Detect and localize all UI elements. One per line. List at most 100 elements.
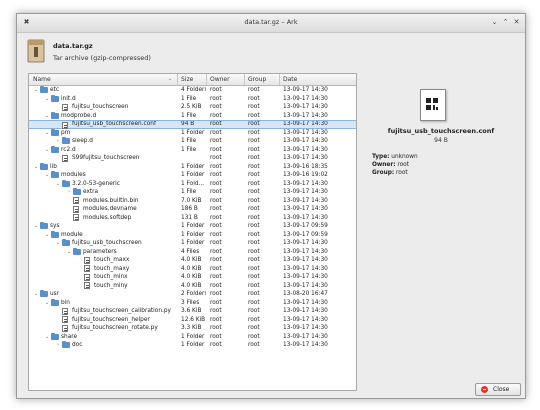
collapse-arrow-icon[interactable]: ⌄ xyxy=(44,171,50,180)
row-owner: root xyxy=(210,308,222,314)
row-owner: root xyxy=(210,146,222,153)
tree-file-row[interactable]: touch_miny 4.0 KiB root root 13-09-17 14:30 xyxy=(29,282,356,291)
row-group: root xyxy=(248,223,260,229)
collapse-arrow-icon[interactable]: ⌄ xyxy=(44,231,50,240)
row-size: 1 File xyxy=(181,189,197,195)
minimize-icon[interactable]: ⌄ xyxy=(489,17,500,28)
tree-folder-row[interactable]: › extra 1 File root root 13-09-17 14:30 xyxy=(29,188,356,197)
expand-arrow-icon[interactable]: › xyxy=(55,341,61,350)
row-group: root xyxy=(248,257,260,263)
tree-folder-row[interactable]: ⌄ share 1 Folder root root 13-09-17 14:30 xyxy=(29,332,356,342)
file-icon xyxy=(84,273,90,281)
row-size: 186 B xyxy=(181,206,198,212)
collapse-arrow-icon[interactable]: ⌄ xyxy=(66,248,72,257)
collapse-arrow-icon[interactable]: ⌄ xyxy=(33,163,39,172)
tree-file-row[interactable]: modules.builtin.bin 7.0 KiB root root 13-09-… xyxy=(29,197,356,206)
row-date: 13-09-17 14:30 xyxy=(283,180,328,187)
tree-file-row[interactable]: touch_minx 4.0 KiB root root 13-09-17 14:30 xyxy=(29,273,356,282)
column-group[interactable]: Group xyxy=(248,76,266,83)
collapse-arrow-icon[interactable]: ⌄ xyxy=(33,86,39,95)
row-size: 1 Fold... xyxy=(181,180,205,187)
close-window-icon[interactable]: ✕ xyxy=(511,17,522,28)
row-size: 3 Files xyxy=(181,299,200,306)
row-name: share xyxy=(61,333,78,340)
row-group: root xyxy=(248,333,260,340)
tree-folder-row[interactable]: ⌄ rc2.d 1 File root root 13-09-17 14:30 xyxy=(29,145,356,155)
column-owner[interactable]: Owner xyxy=(210,76,230,83)
tree-file-row[interactable]: modules.devname 186 B root root 13-09-17 14:… xyxy=(29,205,356,214)
row-date: 13-09-17 14:30 xyxy=(283,214,328,221)
collapse-arrow-icon[interactable]: ⌄ xyxy=(44,299,50,308)
collapse-arrow-icon[interactable]: ⌄ xyxy=(44,95,50,104)
row-date: 13-09-17 14:30 xyxy=(283,121,328,127)
tree-folder-row[interactable]: ⌄ usr 2 Folders root root 13-08-20 16:47 xyxy=(29,290,356,299)
tree-folder-row[interactable]: ⌄ modprobe.d 1 File root root 13-09-17 14:30 xyxy=(29,111,356,121)
row-size: 2 Folders xyxy=(181,291,206,297)
column-size[interactable]: Size xyxy=(181,76,193,83)
tree-folder-row[interactable]: › doc 1 Folder root root 13-09-17 14:30 xyxy=(29,341,356,350)
tree-folder-row[interactable]: ⌄ etc 4 Folders root root 13-09-17 14:30 xyxy=(29,86,356,95)
row-name: usr xyxy=(50,291,60,297)
row-name: S99fujitsu_touchscreen xyxy=(72,155,140,161)
maximize-icon[interactable]: ⌃ xyxy=(500,17,511,28)
tree-folder-row[interactable]: ⌄ modules 1 Folder root root 13-09-16 19:02 xyxy=(29,171,356,180)
row-size: 1 Folder xyxy=(181,129,205,136)
collapse-arrow-icon[interactable]: ⌄ xyxy=(33,222,39,231)
tree-file-row[interactable]: fujitsu_touchscreen_helper 12.6 KiB root ro… xyxy=(29,316,356,325)
column-name[interactable]: Name xyxy=(33,76,51,83)
tree-folder-row[interactable]: ⌄ sys 1 Folder root root 13-09-17 09:59 xyxy=(29,222,356,231)
tree-file-row[interactable]: fujitsu_touchscreen_calibration.py 3.6 Ki… xyxy=(29,307,356,316)
folder-icon xyxy=(40,86,48,93)
row-name: modules xyxy=(61,172,86,178)
row-date: 13-09-17 14:30 xyxy=(283,104,328,110)
row-name: doc xyxy=(72,342,83,348)
collapse-arrow-icon[interactable]: ⌄ xyxy=(44,146,50,155)
row-date: 13-09-17 14:30 xyxy=(283,257,328,263)
archive-tree[interactable]: Name ⌄ Size Owner Group Date ⌄ etc 4 Folde… xyxy=(28,73,357,391)
tree-folder-row[interactable]: ⌄ 3.2.0-53-generic 1 Fold... root root 13-09-… xyxy=(29,179,356,189)
folder-icon xyxy=(51,128,59,136)
row-owner: root xyxy=(210,155,222,161)
tree-folder-row[interactable]: ⌄ module 1 Folder root root 13-09-17 09:59 xyxy=(29,230,356,240)
tree-file-row[interactable]: touch_maxx 4.0 KiB root root 13-09-17 14:30 xyxy=(29,256,356,265)
tree-folder-row[interactable]: ⌄ parameters 4 Files root root 13-09-17 14:30 xyxy=(29,247,356,257)
row-owner: root xyxy=(210,342,222,348)
row-owner: root xyxy=(210,197,222,204)
tree-folder-row[interactable]: ⌄ pm 1 Folder root root 13-09-17 14:30 xyxy=(29,128,356,138)
tree-folder-row[interactable]: ⌄ lib 1 Folder root root 13-09-16 18:35 xyxy=(29,162,356,172)
row-owner: root xyxy=(210,214,222,221)
collapse-arrow-icon[interactable]: ⌄ xyxy=(44,129,50,138)
tree-file-row[interactable]: modules.softdep 131 B root root 13-09-17 14:… xyxy=(29,214,356,223)
column-date[interactable]: Date xyxy=(283,76,297,83)
tree-file-row[interactable]: fujitsu_touchscreen 2.5 KiB root root 13-09-… xyxy=(29,103,356,112)
collapse-arrow-icon[interactable]: ⌄ xyxy=(55,180,61,189)
collapse-arrow-icon[interactable]: ⌄ xyxy=(44,112,50,121)
tree-file-row[interactable]: touch_maxy 4.0 KiB root root 13-09-17 14:30 xyxy=(29,265,356,274)
folder-icon xyxy=(62,137,70,144)
file-icon xyxy=(73,197,79,204)
expand-arrow-icon[interactable]: › xyxy=(66,188,72,197)
row-size: 4.0 KiB xyxy=(181,282,202,289)
tree-folder-row[interactable]: ⌄ fujitsu_usb_touchscreen 1 Folder root root… xyxy=(29,239,356,248)
row-date: 13-09-17 14:30 xyxy=(283,197,328,204)
row-name: 3.2.0-53-generic xyxy=(72,180,120,187)
row-group: root xyxy=(248,146,260,153)
tree-file-row[interactable]: fujitsu_touchscreen_rotate.py 3.3 KiB root… xyxy=(29,324,356,333)
row-owner: root xyxy=(210,325,222,331)
collapse-arrow-icon[interactable]: ⌄ xyxy=(33,290,39,299)
folder-icon xyxy=(73,247,81,255)
expand-arrow-icon[interactable]: › xyxy=(55,137,61,146)
tree-file-row[interactable]: S99fujitsu_touchscreen root root 13-09-17 1… xyxy=(29,154,356,163)
collapse-arrow-icon[interactable]: ⌄ xyxy=(44,333,50,342)
tree-folder-row[interactable]: › sleep.d 1 File root root 13-09-17 14:30 xyxy=(29,137,356,146)
title-bar[interactable]: ✖ data.tar.gz – Ark ⌄ ⌃ ✕ xyxy=(17,14,525,33)
row-size: 1 Folder xyxy=(181,240,205,246)
row-name: touch_maxy xyxy=(94,265,130,272)
row-name: lib xyxy=(50,163,57,170)
file-icon xyxy=(73,214,79,221)
collapse-arrow-icon[interactable]: ⌄ xyxy=(55,239,61,248)
tree-folder-row[interactable]: ⌄ init.d 1 File root root 13-09-17 14:30 xyxy=(29,94,356,104)
tree-folder-row[interactable]: ⌄ bin 3 Files root root 13-09-17 14:30 xyxy=(29,298,356,308)
row-size: 2.5 KiB xyxy=(181,104,202,110)
close-button[interactable]: Close xyxy=(475,383,521,396)
